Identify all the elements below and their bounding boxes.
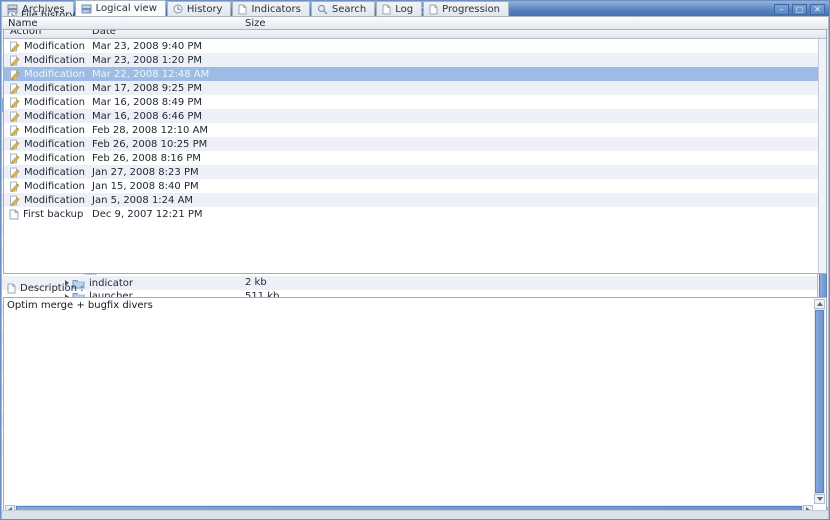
desc-scroll-down-button[interactable] <box>814 494 825 504</box>
history-date: Mar 22, 2008 12:48 AM <box>92 69 209 80</box>
pencil-icon <box>9 83 20 94</box>
description-text[interactable]: Optim merge + bugfix divers <box>7 300 812 311</box>
window-bottom-border <box>2 510 828 519</box>
history-action: Modification <box>24 153 85 164</box>
desc-scroll-up-button[interactable] <box>814 299 825 309</box>
pencil-icon <box>9 97 20 108</box>
file-name: indicator <box>89 278 133 289</box>
history-row[interactable]: Modification Jan 27, 2008 8:23 PM <box>4 165 826 179</box>
description-title: Description : <box>20 283 84 294</box>
document-icon <box>9 209 19 220</box>
history-action: Modification <box>24 195 85 206</box>
tab-label: Search <box>332 4 366 15</box>
tab-label: Indicators <box>251 4 300 15</box>
tab-label: Progression <box>442 4 500 15</box>
tab-label: Logical view <box>96 3 157 14</box>
history-row[interactable]: Modification Jan 5, 2008 1:24 AM <box>4 193 826 207</box>
tab-logical-view[interactable]: Logical view <box>75 0 166 16</box>
description-icon <box>7 283 16 294</box>
history-action: Modification <box>24 181 85 192</box>
page-icon <box>382 4 391 15</box>
pencil-icon <box>9 69 20 80</box>
history-row[interactable]: First backup Dec 9, 2007 12:21 PM <box>4 207 826 221</box>
search-icon <box>317 4 328 15</box>
history-date: Feb 26, 2008 10:25 PM <box>92 139 207 150</box>
history-row[interactable]: Modification Mar 16, 2008 8:49 PM <box>4 95 826 109</box>
history-date: Jan 15, 2008 8:40 PM <box>92 181 199 192</box>
history-action: Modification <box>24 41 85 52</box>
history-date: Mar 16, 2008 8:49 PM <box>92 97 202 108</box>
file-size: 2 kb <box>245 276 267 290</box>
history-row[interactable]: Modification Mar 22, 2008 12:48 AM <box>4 67 826 81</box>
column-header-size[interactable]: Size <box>245 18 266 29</box>
triangle-up-icon <box>817 302 823 306</box>
history-action: Modification <box>24 139 85 150</box>
history-scrollbar-track[interactable] <box>818 39 826 273</box>
history-row[interactable]: Modification Mar 17, 2008 9:25 PM <box>4 81 826 95</box>
pencil-icon <box>9 181 20 192</box>
pencil-icon <box>9 195 20 206</box>
history-row[interactable]: Modification Feb 28, 2008 12:10 AM <box>4 123 826 137</box>
triangle-down-icon <box>817 497 823 501</box>
column-header-name[interactable]: Name <box>2 18 38 29</box>
tab-label: History <box>187 4 223 15</box>
history-date: Mar 16, 2008 6:46 PM <box>92 111 202 122</box>
pencil-icon <box>9 41 20 52</box>
history-action: First backup <box>23 209 83 220</box>
history-row[interactable]: Modification Mar 23, 2008 9:40 PM <box>4 39 826 53</box>
history-row[interactable]: Modification Mar 16, 2008 6:46 PM <box>4 109 826 123</box>
clock-icon <box>173 4 183 14</box>
history-action: Modification <box>24 167 85 178</box>
tab-bar: ArchivesLogical viewHistoryIndicatorsSea… <box>1 1 829 16</box>
pencil-icon <box>9 167 20 178</box>
history-action: Modification <box>24 69 85 80</box>
pencil-icon <box>9 139 20 150</box>
pencil-icon <box>9 153 20 164</box>
history-date: Feb 26, 2008 8:16 PM <box>92 153 201 164</box>
history-date: Mar 17, 2008 9:25 PM <box>92 83 202 94</box>
history-date: Mar 23, 2008 9:40 PM <box>92 41 202 52</box>
history-date: Jan 5, 2008 1:24 AM <box>92 195 193 206</box>
description-box: Optim merge + bugfix divers <box>3 297 827 517</box>
history-row[interactable]: Modification Feb 26, 2008 10:25 PM <box>4 137 826 151</box>
tab-progression[interactable]: Progression <box>423 1 509 16</box>
history-date: Feb 28, 2008 12:10 AM <box>92 125 208 136</box>
desc-vscroll-thumb[interactable] <box>815 310 824 493</box>
pencil-icon <box>9 111 20 122</box>
pencil-icon <box>9 55 20 66</box>
history-action: Modification <box>24 83 85 94</box>
history-date: Mar 23, 2008 1:20 PM <box>92 55 202 66</box>
file-table-header: Name Size <box>1 16 829 30</box>
page-icon <box>429 4 438 15</box>
description-vertical-scrollbar[interactable] <box>814 299 825 504</box>
application-window: Areca – ▢ ✕ WorkspaceEditRunHelp ? OldSo… <box>0 0 830 520</box>
drive-icon <box>81 4 92 14</box>
history-row[interactable]: Modification Jan 15, 2008 8:40 PM <box>4 179 826 193</box>
history-action: Modification <box>24 125 85 136</box>
history-table: Action Date ModificationMar 23, 2008 9:4… <box>3 24 827 274</box>
pencil-icon <box>9 125 20 136</box>
history-date: Jan 27, 2008 8:23 PM <box>92 167 199 178</box>
history-action: Modification <box>24 97 85 108</box>
tab-search[interactable]: Search <box>311 1 375 16</box>
tab-indicators[interactable]: Indicators <box>232 1 309 16</box>
history-action: Modification <box>24 55 85 66</box>
tab-label: Log <box>395 4 413 15</box>
history-date: Dec 9, 2007 12:21 PM <box>92 209 203 220</box>
tab-history[interactable]: History <box>167 1 232 16</box>
history-action: Modification <box>24 111 85 122</box>
history-row[interactable]: Modification Feb 26, 2008 8:16 PM <box>4 151 826 165</box>
page-icon <box>238 4 247 15</box>
file-row-indicator[interactable]: indicator 2 kb <box>2 276 817 290</box>
history-row[interactable]: Modification Mar 23, 2008 1:20 PM <box>4 53 826 67</box>
tab-log[interactable]: Log <box>376 1 422 16</box>
